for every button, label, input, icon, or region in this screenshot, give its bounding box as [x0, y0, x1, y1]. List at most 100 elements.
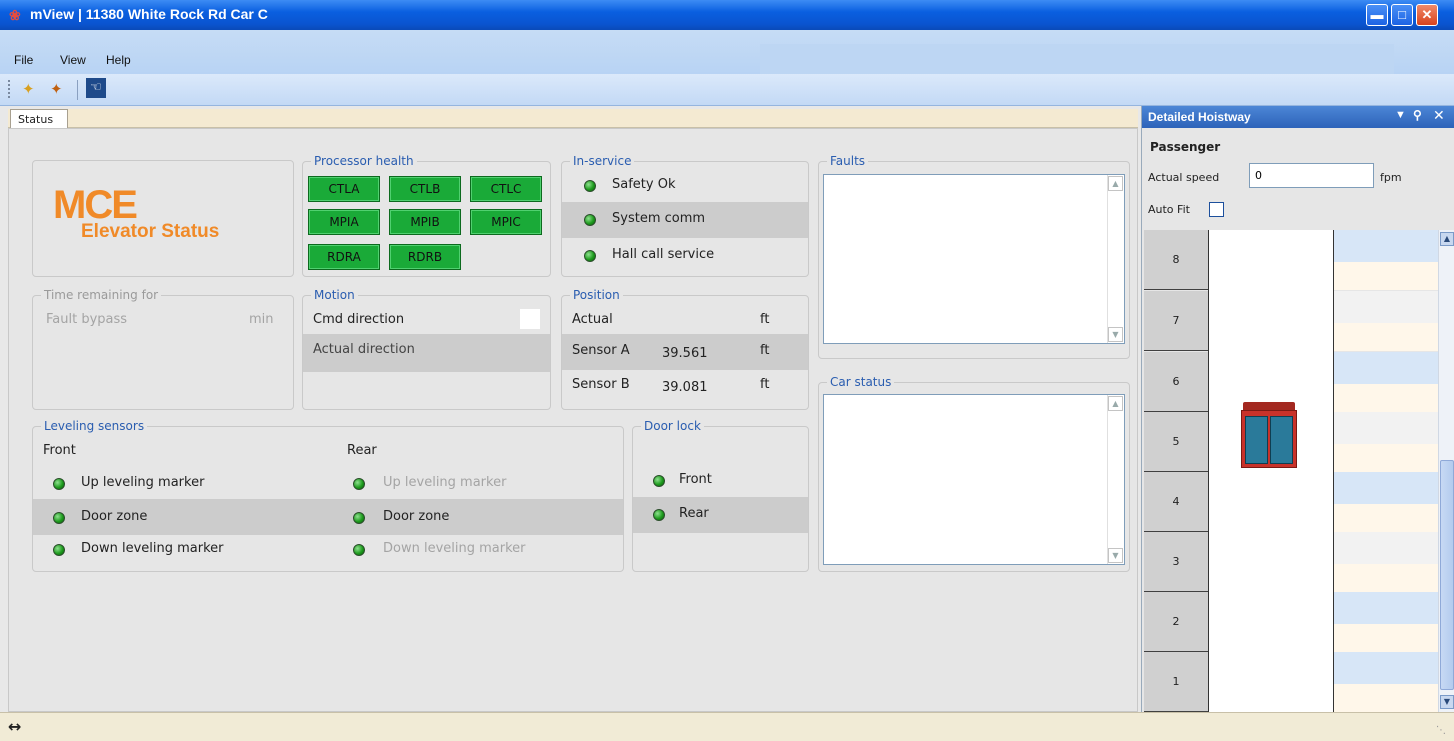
car-door-right — [1270, 416, 1293, 464]
landing-indicator — [1334, 412, 1438, 472]
landing-indicator — [1334, 230, 1438, 290]
maximize-icon: □ — [1398, 7, 1406, 22]
floor-label: 6 — [1144, 352, 1208, 412]
toolbar-grip — [8, 80, 10, 98]
sensor-a-unit: ft — [760, 343, 770, 358]
floor-label: 2 — [1144, 592, 1208, 652]
window-title: mView | 11380 White Rock Rd Car C — [30, 6, 268, 22]
led-icon — [353, 544, 365, 556]
in-service-row: System comm — [562, 202, 808, 238]
chip-rdrb: RDRB — [389, 244, 461, 270]
title-bar: ❀ mView | 11380 White Rock Rd Car C ▬ □ … — [0, 0, 1454, 30]
minimize-icon: ▬ — [1370, 7, 1384, 22]
time-remaining-title: Time remaining for — [41, 288, 162, 302]
position-row: Sensor B 39.081 ft — [562, 370, 808, 406]
landing-indicator — [1334, 532, 1438, 592]
cmd-direction-label: Cmd direction — [313, 312, 405, 327]
hall-call-service-label: Hall call service — [612, 247, 715, 262]
rear-down-leveling-label: Down leveling marker — [383, 541, 526, 556]
connect-icon[interactable]: ✦ — [22, 80, 35, 98]
safety-ok-label: Safety Ok — [612, 177, 676, 192]
scroll-up-icon[interactable]: ▲ — [1108, 176, 1123, 191]
system-comm-label: System comm — [612, 211, 706, 226]
menu-help[interactable]: Help — [106, 53, 131, 67]
scroll-up-icon[interactable]: ▲ — [1440, 232, 1454, 246]
door-lock-row: Rear — [633, 497, 808, 533]
faults-textbox[interactable]: ▲ ▼ — [823, 174, 1125, 344]
auto-fit-label: Auto Fit — [1148, 203, 1190, 216]
landing-indicator — [1334, 592, 1438, 652]
actual-direction-label: Actual direction — [313, 342, 415, 357]
landing-indicator — [1334, 652, 1438, 712]
scroll-down-icon[interactable]: ▼ — [1108, 548, 1123, 563]
time-remaining-group: Time remaining for Fault bypass min — [32, 288, 294, 410]
car-mode-label: Passenger — [1150, 140, 1221, 154]
sensor-a-value: 39.561 — [662, 346, 708, 361]
landing-indicator — [1334, 472, 1438, 532]
elevator-car — [1241, 402, 1297, 468]
chip-ctla: CTLA — [308, 176, 380, 202]
pointer-tool-icon[interactable]: ☜ — [86, 78, 106, 98]
leveling-row: Up leveling marker Up leveling marker — [33, 465, 623, 501]
door-lock-group: Door lock Front Rear — [632, 419, 809, 572]
in-service-title: In-service — [570, 154, 635, 168]
menu-file[interactable]: File — [14, 53, 33, 67]
front-door-zone-label: Door zone — [81, 509, 148, 524]
pin-icon[interactable]: ⚲ — [1413, 108, 1422, 122]
leveling-sensors-title: Leveling sensors — [41, 419, 148, 433]
front-up-leveling-label: Up leveling marker — [81, 475, 205, 490]
scroll-down-icon[interactable]: ▼ — [1440, 695, 1454, 709]
toolbar — [0, 74, 1454, 106]
maximize-button[interactable]: □ — [1391, 4, 1413, 26]
led-icon — [584, 180, 596, 192]
menu-view[interactable]: View — [60, 53, 86, 67]
auto-fit-checkbox[interactable] — [1209, 202, 1224, 217]
chip-mpic: MPIC — [470, 209, 542, 235]
leveling-front-label: Front — [43, 443, 76, 458]
floor-label: 1 — [1144, 652, 1208, 712]
chip-ctlb: CTLB — [389, 176, 461, 202]
actual-speed-input[interactable] — [1249, 163, 1374, 188]
car-status-textbox[interactable]: ▲ ▼ — [823, 394, 1125, 565]
processor-health-group: Processor health CTLA CTLB CTLC MPIA MPI… — [302, 154, 551, 277]
close-panel-icon[interactable]: ✕ — [1433, 107, 1445, 124]
leveling-rear-label: Rear — [347, 443, 377, 458]
dropdown-icon[interactable]: ▼ — [1395, 109, 1406, 121]
status-bar: ↔ ⋱ — [0, 712, 1454, 741]
in-service-group: In-service Safety Ok System comm Hall ca… — [561, 154, 809, 277]
floor-label: 5 — [1144, 412, 1208, 472]
scroll-down-icon[interactable]: ▼ — [1108, 327, 1123, 342]
close-icon: ✕ — [1421, 7, 1433, 22]
front-down-leveling-label: Down leveling marker — [81, 541, 224, 556]
door-lock-front-label: Front — [679, 472, 712, 487]
floor-label: 8 — [1144, 230, 1208, 290]
tab-status[interactable]: Status — [10, 109, 68, 129]
hoistway-header: Detailed Hoistway ▼ ⚲ ✕ — [1142, 106, 1454, 128]
minimize-button[interactable]: ▬ — [1366, 4, 1388, 26]
fault-bypass-label: Fault bypass — [46, 312, 128, 327]
chip-mpia: MPIA — [308, 209, 380, 235]
motion-group: Motion Cmd direction Actual direction — [302, 288, 551, 410]
scroll-thumb[interactable] — [1440, 460, 1454, 690]
actual-position-label: Actual — [572, 312, 613, 327]
cmd-direction-indicator — [520, 309, 540, 329]
hoistway-scrollbar[interactable]: ▲ ▼ — [1438, 230, 1454, 712]
rear-up-leveling-label: Up leveling marker — [383, 475, 507, 490]
car-status-scrollbar[interactable]: ▲ ▼ — [1107, 395, 1124, 564]
door-lock-row: Front — [633, 463, 808, 499]
close-button[interactable]: ✕ — [1416, 4, 1438, 26]
hoistway-title: Detailed Hoistway — [1148, 110, 1251, 124]
app-window: ❀ mView | 11380 White Rock Rd Car C ▬ □ … — [0, 0, 1454, 741]
leveling-row: Down leveling marker Down leveling marke… — [33, 531, 623, 567]
in-service-row: Hall call service — [562, 238, 808, 274]
disconnect-icon[interactable]: ✦ — [50, 80, 63, 98]
floor-label: 3 — [1144, 532, 1208, 592]
car-status-title: Car status — [827, 375, 895, 389]
led-icon — [53, 544, 65, 556]
led-icon — [653, 475, 665, 487]
landing-indicator — [1334, 352, 1438, 412]
resize-arrows-icon[interactable]: ↔ — [8, 717, 21, 736]
size-grip-icon[interactable]: ⋱ — [1436, 725, 1446, 736]
faults-scrollbar[interactable]: ▲ ▼ — [1107, 175, 1124, 343]
scroll-up-icon[interactable]: ▲ — [1108, 396, 1123, 411]
